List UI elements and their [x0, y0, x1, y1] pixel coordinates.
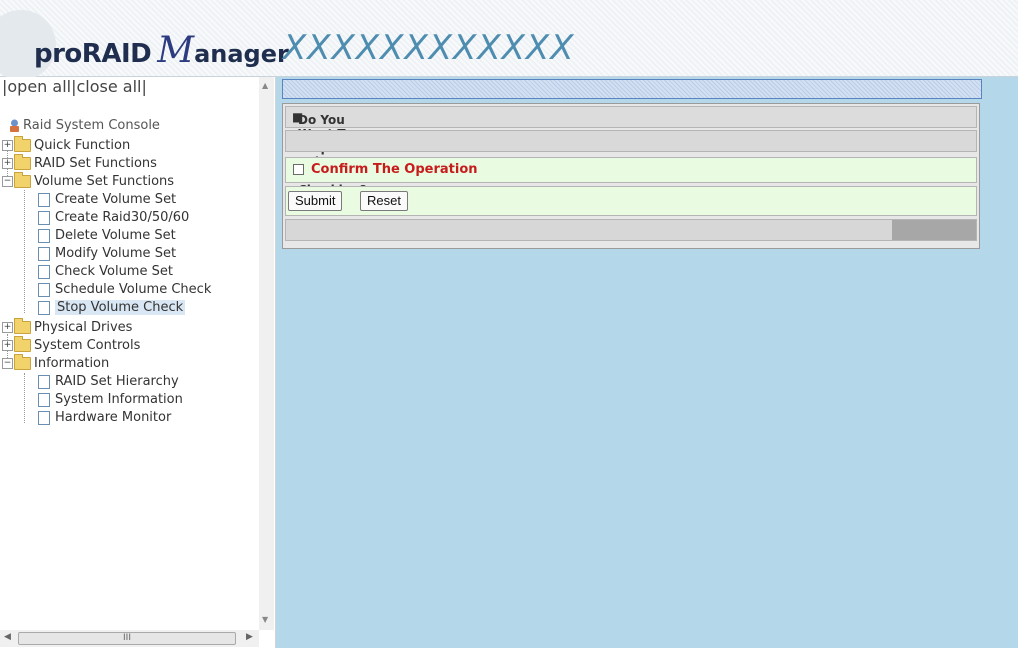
collapse-icon[interactable]: −	[2, 176, 13, 187]
logo-pro-text: pro	[34, 39, 82, 69]
tree-item-schedule-volume-check[interactable]: Schedule Volume Check	[38, 281, 211, 299]
question-text: ■ Do You Want To Stop All Volume Consist…	[292, 110, 379, 197]
tree-item-system-information[interactable]: System Information	[38, 391, 183, 409]
page-icon	[38, 300, 50, 315]
confirm-row: Confirm The Operation	[285, 157, 977, 183]
tree-item-label: Create Volume Set	[55, 192, 177, 207]
expand-icon[interactable]: +	[2, 140, 13, 151]
header-banner: proRAID Manager XXXXXXXXXXXX	[0, 0, 1018, 80]
separator: |	[141, 77, 147, 96]
tree-item-raid-set-hierarchy[interactable]: RAID Set Hierarchy	[38, 373, 179, 391]
tree-item-label: Delete Volume Set	[55, 228, 176, 243]
logo-m-text: M	[157, 30, 195, 71]
folder-label: Physical Drives	[34, 320, 133, 335]
folder-label: Volume Set Functions	[34, 174, 175, 189]
folder-label: System Controls	[34, 338, 141, 353]
page-icon	[38, 410, 50, 425]
tree-connector	[24, 373, 25, 423]
tree-item-label-selected: Stop Volume Check	[55, 300, 186, 315]
question-row: ■ Do You Want To Stop All Volume Consist…	[285, 106, 977, 197]
reset-button[interactable]: Reset	[360, 191, 408, 211]
logo-raid-text: RAID	[81, 39, 152, 69]
page-icon	[38, 192, 50, 207]
tree-connector	[24, 190, 25, 313]
spacer-row	[285, 130, 977, 152]
confirm-label: Confirm The Operation	[311, 162, 478, 177]
tree-item-modify-volume-set[interactable]: Modify Volume Set	[38, 245, 176, 263]
tree-folder-quick-function[interactable]: + Quick Function	[2, 136, 131, 155]
submit-button[interactable]: Submit	[288, 191, 343, 211]
page-icon	[38, 374, 50, 389]
tree-item-label: System Information	[55, 392, 183, 407]
folder-icon	[14, 318, 31, 334]
content-frame: ■ Do You Want To Stop All Volume Consist…	[276, 77, 1018, 648]
content-title-bar	[282, 79, 982, 99]
tree-root-label: Raid System Console	[23, 118, 160, 133]
tree-item-stop-volume-check[interactable]: Stop Volume Check	[38, 299, 186, 317]
close-all-link[interactable]: close all	[77, 77, 142, 96]
expand-icon[interactable]: +	[2, 158, 13, 169]
status-row	[285, 219, 977, 241]
page-icon	[38, 282, 50, 297]
tree-item-label: Check Volume Set	[55, 264, 173, 279]
scroll-right-arrow-icon[interactable]: ▶	[246, 632, 253, 642]
page-icon	[38, 210, 50, 225]
product-name: XXXXXXXXXXXX	[283, 28, 575, 68]
open-close-links: |open all|close all|	[2, 77, 147, 96]
tree-item-check-volume-set[interactable]: Check Volume Set	[38, 263, 173, 281]
scroll-up-arrow-icon[interactable]: ▲	[262, 81, 268, 90]
tree-folder-information[interactable]: − Information	[2, 354, 110, 373]
tree-root[interactable]: Raid System Console	[9, 117, 160, 135]
tree-folder-raid-set[interactable]: + RAID Set Functions	[2, 154, 157, 173]
tree-item-label: Modify Volume Set	[55, 246, 177, 261]
confirm-checkbox[interactable]	[293, 164, 304, 175]
horizontal-scrollbar[interactable]: ◀ III ▶	[0, 630, 259, 647]
page-icon	[38, 264, 50, 279]
stop-check-form: ■ Do You Want To Stop All Volume Consist…	[282, 103, 980, 249]
expand-icon[interactable]: +	[2, 322, 13, 333]
tree-item-label: Create Raid30/50/60	[55, 210, 190, 225]
page-icon	[38, 392, 50, 407]
scroll-thumb[interactable]: III	[18, 632, 236, 645]
folder-open-icon	[14, 172, 31, 188]
console-icon	[10, 119, 19, 132]
collapse-icon[interactable]: −	[2, 358, 13, 369]
scroll-left-arrow-icon[interactable]: ◀	[4, 632, 11, 642]
tree-item-label: Schedule Volume Check	[55, 282, 212, 297]
status-bar-end	[892, 220, 976, 240]
folder-icon	[14, 136, 31, 152]
folder-label: RAID Set Functions	[34, 156, 157, 171]
tree-item-delete-volume-set[interactable]: Delete Volume Set	[38, 227, 176, 245]
logo-anager-text: anager	[194, 40, 289, 68]
tree-item-create-volume-set[interactable]: Create Volume Set	[38, 191, 176, 209]
folder-label: Quick Function	[34, 138, 131, 153]
folder-icon	[14, 154, 31, 170]
folder-open-icon	[14, 354, 31, 370]
folder-label: Information	[34, 356, 110, 371]
folder-icon	[14, 336, 31, 352]
scroll-down-arrow-icon[interactable]: ▼	[262, 615, 268, 624]
expand-icon[interactable]: +	[2, 340, 13, 351]
tree-folder-physical-drives[interactable]: + Physical Drives	[2, 318, 133, 337]
question-label: Do You Want To Stop All Volume Consisten…	[298, 113, 379, 197]
open-all-link[interactable]: open all	[7, 77, 71, 96]
tree-folder-system-controls[interactable]: + System Controls	[2, 336, 141, 355]
tree-item-label: Hardware Monitor	[55, 410, 172, 425]
tree-folder-volume-set[interactable]: − Volume Set Functions	[2, 172, 175, 191]
tree-item-hardware-monitor[interactable]: Hardware Monitor	[38, 409, 171, 427]
tree-item-create-raid30-50-60[interactable]: Create Raid30/50/60	[38, 209, 189, 227]
button-row: Submit Reset	[285, 186, 977, 216]
page-icon	[38, 246, 50, 261]
tree-item-label: RAID Set Hierarchy	[55, 374, 179, 389]
vertical-scrollbar[interactable]: ▲ ▼	[259, 77, 274, 630]
navigation-sidebar: |open all|close all| Raid System Console…	[0, 77, 276, 648]
app-logo: proRAID Manager	[34, 30, 289, 71]
page-icon	[38, 228, 50, 243]
